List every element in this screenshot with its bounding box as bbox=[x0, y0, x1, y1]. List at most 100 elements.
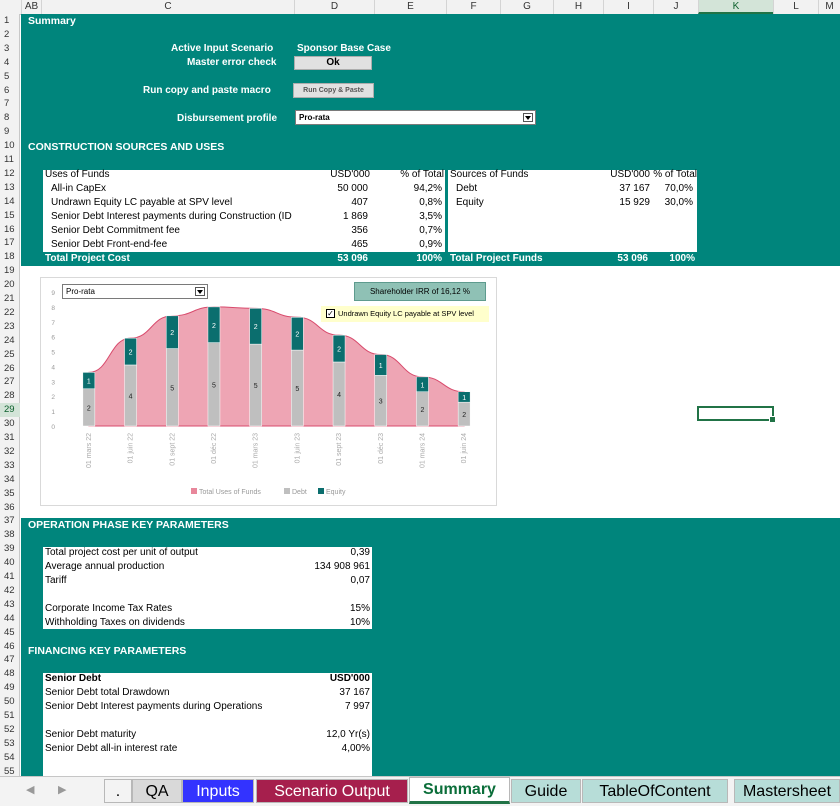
row-header-4[interactable]: 4 bbox=[0, 56, 20, 70]
uses-row-label: Senior Debt Commitment fee bbox=[51, 225, 180, 236]
row-header-6[interactable]: 6 bbox=[0, 84, 20, 98]
tab-scroll-right-icon[interactable]: ▶ bbox=[58, 783, 66, 796]
uses-row-pct: 0,9% bbox=[419, 239, 442, 250]
sources-currency-header: USD'000 bbox=[610, 169, 650, 180]
row-header-31[interactable]: 31 bbox=[0, 431, 20, 445]
operation-row-label: Corporate Income Tax Rates bbox=[45, 603, 173, 614]
row-header-17[interactable]: 17 bbox=[0, 236, 20, 250]
column-header-ab[interactable]: AB bbox=[21, 0, 41, 14]
row-header-3[interactable]: 3 bbox=[0, 42, 20, 56]
row-header-12[interactable]: 12 bbox=[0, 167, 20, 181]
row-header-14[interactable]: 14 bbox=[0, 195, 20, 209]
row-header-40[interactable]: 40 bbox=[0, 556, 20, 570]
row-header-37[interactable]: 37 bbox=[0, 514, 20, 528]
column-header-k[interactable]: K bbox=[698, 0, 773, 14]
row-header-44[interactable]: 44 bbox=[0, 612, 20, 626]
sheet-tab-scenario-output[interactable]: Scenario Output bbox=[256, 779, 408, 803]
row-header-50[interactable]: 50 bbox=[0, 695, 20, 709]
row-header-51[interactable]: 51 bbox=[0, 709, 20, 723]
disbursement-profile-dropdown[interactable]: Pro-rata bbox=[295, 110, 536, 125]
sheet-tab-mastersheet[interactable]: Mastersheet bbox=[734, 779, 840, 803]
row-header-41[interactable]: 41 bbox=[0, 570, 20, 584]
financing-row-value: 37 167 bbox=[339, 687, 370, 698]
row-header-2[interactable]: 2 bbox=[0, 28, 20, 42]
row-header-29[interactable]: 29 bbox=[0, 403, 20, 418]
row-header-15[interactable]: 15 bbox=[0, 209, 20, 223]
operation-row-value: 10% bbox=[349, 617, 370, 628]
column-header-g[interactable]: G bbox=[500, 0, 553, 14]
row-header-23[interactable]: 23 bbox=[0, 320, 20, 334]
row-header-53[interactable]: 53 bbox=[0, 737, 20, 751]
select-all-corner[interactable] bbox=[0, 0, 20, 14]
column-header-d[interactable]: D bbox=[294, 0, 374, 14]
debt-data-label: 5 bbox=[254, 383, 258, 390]
column-header-l[interactable]: L bbox=[773, 0, 818, 14]
operation-row-label: Withholding Taxes on dividends bbox=[45, 617, 185, 628]
sheet-tab-guide[interactable]: Guide bbox=[511, 779, 581, 803]
sources-total-value: 53 096 bbox=[617, 253, 648, 264]
row-header-27[interactable]: 27 bbox=[0, 375, 20, 389]
row-header-20[interactable]: 20 bbox=[0, 278, 20, 292]
row-header-25[interactable]: 25 bbox=[0, 348, 20, 362]
operation-row-label: Tariff bbox=[45, 575, 67, 586]
row-header-21[interactable]: 21 bbox=[0, 292, 20, 306]
master-error-status: Ok bbox=[294, 56, 372, 70]
row-header-11[interactable]: 11 bbox=[0, 153, 20, 167]
row-header-28[interactable]: 28 bbox=[0, 389, 20, 403]
row-header-19[interactable]: 19 bbox=[0, 264, 20, 278]
row-header-43[interactable]: 43 bbox=[0, 598, 20, 612]
y-tick-label: 6 bbox=[51, 335, 55, 342]
row-header-42[interactable]: 42 bbox=[0, 584, 20, 598]
column-header-f[interactable]: F bbox=[446, 0, 500, 14]
row-header-52[interactable]: 52 bbox=[0, 723, 20, 737]
tab-scroll-left-icon[interactable]: ◀ bbox=[26, 783, 34, 796]
row-header-16[interactable]: 16 bbox=[0, 223, 20, 237]
run-copy-paste-button[interactable]: Run Copy & Paste bbox=[293, 83, 374, 98]
y-tick-label: 8 bbox=[51, 305, 55, 312]
row-header-22[interactable]: 22 bbox=[0, 306, 20, 320]
row-header-30[interactable]: 30 bbox=[0, 417, 20, 431]
sheet-tab-qa[interactable]: QA bbox=[132, 779, 182, 803]
row-header-45[interactable]: 45 bbox=[0, 626, 20, 640]
chevron-down-icon[interactable] bbox=[523, 113, 533, 122]
row-header-10[interactable]: 10 bbox=[0, 139, 20, 153]
column-header-i[interactable]: I bbox=[603, 0, 653, 14]
row-header-32[interactable]: 32 bbox=[0, 445, 20, 459]
active-cell-k29[interactable] bbox=[697, 406, 776, 423]
row-header-18[interactable]: 18 bbox=[0, 250, 20, 264]
master-error-label: Master error check bbox=[187, 57, 277, 68]
row-header-39[interactable]: 39 bbox=[0, 542, 20, 556]
row-header-13[interactable]: 13 bbox=[0, 181, 20, 195]
row-header-36[interactable]: 36 bbox=[0, 501, 20, 515]
row-header-48[interactable]: 48 bbox=[0, 667, 20, 681]
column-header-m[interactable]: M bbox=[818, 0, 840, 14]
sheet-tab-inputs[interactable]: Inputs bbox=[182, 779, 254, 803]
operation-row-value: 15% bbox=[349, 603, 370, 614]
sheet-tab-tableofcontent[interactable]: TableOfContent bbox=[582, 779, 728, 803]
row-header-26[interactable]: 26 bbox=[0, 362, 20, 376]
row-header-38[interactable]: 38 bbox=[0, 528, 20, 542]
row-header-24[interactable]: 24 bbox=[0, 334, 20, 348]
active-input-value: Sponsor Base Case bbox=[297, 43, 391, 54]
column-header-e[interactable]: E bbox=[374, 0, 446, 14]
column-header-j[interactable]: J bbox=[653, 0, 698, 14]
row-header-47[interactable]: 47 bbox=[0, 653, 20, 667]
sources-total-label: Total Project Funds bbox=[450, 253, 543, 264]
row-header-54[interactable]: 54 bbox=[0, 751, 20, 765]
row-header-9[interactable]: 9 bbox=[0, 125, 20, 139]
construction-title: CONSTRUCTION SOURCES AND USES bbox=[28, 141, 225, 153]
row-header-1[interactable]: 1 bbox=[0, 14, 20, 28]
column-header-h[interactable]: H bbox=[553, 0, 603, 14]
row-header-33[interactable]: 33 bbox=[0, 459, 20, 473]
row-header-35[interactable]: 35 bbox=[0, 487, 20, 501]
row-header-49[interactable]: 49 bbox=[0, 681, 20, 695]
column-header-c[interactable]: C bbox=[41, 0, 294, 14]
row-header-46[interactable]: 46 bbox=[0, 640, 20, 654]
row-header-5[interactable]: 5 bbox=[0, 70, 20, 84]
row-header-8[interactable]: 8 bbox=[0, 111, 20, 125]
sheet-tab-dot[interactable]: . bbox=[104, 779, 132, 803]
sources-total-pct: 100% bbox=[669, 253, 695, 264]
row-header-34[interactable]: 34 bbox=[0, 473, 20, 487]
sheet-tab-summary[interactable]: Summary bbox=[409, 777, 510, 804]
row-header-7[interactable]: 7 bbox=[0, 97, 20, 111]
